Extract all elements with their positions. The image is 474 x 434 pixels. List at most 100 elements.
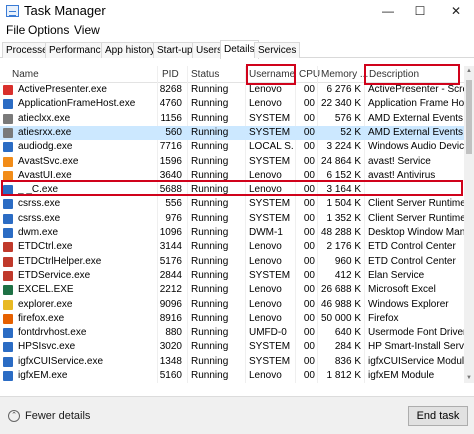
tab-details[interactable]: Details	[220, 40, 259, 59]
menu-file[interactable]: File	[6, 23, 25, 37]
highlight-process-row	[1, 180, 463, 196]
process-description: ETD Control Center	[368, 255, 456, 267]
process-username: Lenovo	[249, 241, 282, 253]
process-cpu: 00	[303, 241, 315, 253]
footer-bar: ⌃ Fewer details End task	[0, 396, 474, 434]
process-status: Running	[191, 126, 229, 138]
process-icon	[3, 113, 13, 124]
table-row[interactable]: atieclxx.exe 1156 Running SYSTEM 00 576 K AMD …	[0, 112, 464, 126]
process-description: Elan Service	[368, 269, 425, 281]
process-description: Usermode Font Driver H	[368, 327, 464, 339]
scroll-up-icon[interactable]: ▲	[464, 66, 474, 76]
process-pid: 560	[165, 126, 182, 138]
tab-app-history[interactable]: App history	[101, 42, 160, 58]
process-icon	[3, 270, 13, 281]
process-pid: 880	[165, 327, 182, 339]
table-row[interactable]: ActivePresenter.exe 8268 Running Lenovo 00 6 …	[0, 83, 464, 97]
table-row[interactable]: ETDService.exe 2844 Running SYSTEM 00 412 K El…	[0, 269, 464, 283]
column-pid[interactable]: PID	[162, 69, 179, 80]
process-memory: 22 340 K	[320, 98, 361, 110]
table-row[interactable]: csrss.exe 976 Running SYSTEM 00 1 352 K Client…	[0, 212, 464, 226]
process-icon	[3, 242, 13, 253]
process-memory: 24 864 K	[320, 155, 361, 167]
chevron-up-icon[interactable]: ⌃	[8, 410, 20, 422]
process-username: Lenovo	[249, 312, 282, 324]
table-row[interactable]: igfxEM.exe 5160 Running Lenovo 00 1 812 K igfx…	[0, 369, 464, 383]
fewer-details-link[interactable]: Fewer details	[25, 410, 90, 422]
table-row[interactable]: explorer.exe 9096 Running Lenovo 00 46 988 K W…	[0, 298, 464, 312]
task-manager-icon	[6, 5, 19, 17]
process-description: Microsoft Excel	[368, 284, 436, 296]
end-task-button[interactable]: End task	[408, 406, 468, 426]
process-pid: 9096	[159, 298, 182, 310]
process-memory: 960 K	[334, 255, 361, 267]
process-status: Running	[191, 198, 229, 210]
process-memory: 284 K	[334, 341, 361, 353]
process-status: Running	[191, 269, 229, 281]
process-status: Running	[191, 355, 229, 367]
minimize-button[interactable]: —	[376, 2, 400, 20]
process-username: Lenovo	[249, 370, 282, 381]
process-username: SYSTEM	[249, 126, 291, 138]
maximize-button[interactable]: ☐	[408, 2, 432, 20]
table-row[interactable]: AvastSvc.exe 1596 Running SYSTEM 00 24 864 K a…	[0, 155, 464, 169]
process-description: Desktop Window Manag	[368, 227, 464, 238]
process-memory: 3 224 K	[326, 141, 361, 153]
table-row[interactable]: ETDCtrlHelper.exe 5176 Running Lenovo 00 960 …	[0, 255, 464, 269]
process-name: HPSIsvc.exe	[18, 341, 76, 353]
process-pid: 2844	[159, 269, 182, 281]
process-memory: 2 176 K	[326, 241, 361, 253]
process-icon	[3, 228, 13, 238]
close-button[interactable]: ✕	[444, 2, 468, 20]
highlight-description-column	[364, 64, 460, 85]
table-row[interactable]: fontdrvhost.exe 880 Running UMFD-0 00 640 K Us…	[0, 326, 464, 340]
menu-view[interactable]: View	[74, 23, 100, 37]
tab-services[interactable]: Services	[254, 42, 301, 58]
process-description: AMD External Events Clie	[368, 112, 464, 124]
process-name: ApplicationFrameHost.exe	[18, 98, 136, 110]
process-pid: 7716	[159, 141, 182, 153]
column-memory[interactable]: Memory ...	[321, 69, 368, 80]
process-cpu: 00	[303, 269, 315, 281]
process-icon	[3, 299, 13, 310]
process-username: SYSTEM	[249, 355, 291, 367]
process-memory: 576 K	[334, 112, 361, 124]
process-memory: 836 K	[334, 355, 361, 367]
table-row[interactable]: igfxCUIService.exe 1348 Running SYSTEM 00 836…	[0, 355, 464, 369]
scroll-down-icon[interactable]: ▼	[464, 373, 474, 383]
vertical-scrollbar[interactable]: ▲ ▼	[464, 66, 474, 383]
process-icon	[3, 127, 13, 138]
table-row[interactable]: EXCEL.EXE 2212 Running Lenovo 00 26 688 K Micr…	[0, 283, 464, 297]
table-row[interactable]: atiesrxx.exe 560 Running SYSTEM 00 52 K AMD Ex…	[0, 125, 464, 141]
process-status: Running	[191, 255, 229, 267]
process-status: Running	[191, 312, 229, 324]
tab-start-up[interactable]: Start-up	[153, 42, 197, 58]
column-name[interactable]: Name	[12, 69, 39, 80]
table-row[interactable]: HPSIsvc.exe 3020 Running SYSTEM 00 284 K HP Sm…	[0, 340, 464, 354]
process-name: firefox.exe	[18, 312, 65, 324]
process-cpu: 00	[303, 341, 315, 353]
process-description: ActivePresenter - Screen	[368, 84, 464, 95]
table-row[interactable]: dwm.exe 1096 Running DWM-1 00 48 288 K Desktop…	[0, 226, 464, 240]
table-row[interactable]: audiodg.exe 7716 Running LOCAL S... 00 3 224 …	[0, 140, 464, 154]
process-memory: 6 276 K	[326, 84, 361, 95]
process-cpu: 00	[303, 298, 315, 310]
process-cpu: 00	[303, 255, 315, 267]
process-description: AMD External Events Ser	[368, 126, 464, 138]
process-username: LOCAL S...	[249, 141, 294, 153]
process-icon	[3, 328, 13, 339]
process-description: Windows Audio Device G	[368, 141, 464, 153]
process-cpu: 00	[303, 141, 315, 153]
table-row[interactable]: csrss.exe 556 Running SYSTEM 00 1 504 K Client…	[0, 197, 464, 211]
process-cpu: 00	[303, 155, 315, 167]
process-pid: 976	[165, 212, 182, 224]
process-memory: 26 688 K	[320, 284, 361, 296]
column-status[interactable]: Status	[191, 69, 219, 80]
menu-options[interactable]: Options	[28, 23, 69, 37]
table-row[interactable]: ApplicationFrameHost.exe 4760 Running Lenov…	[0, 97, 464, 111]
table-row[interactable]: firefox.exe 8916 Running Lenovo 00 50 000 K Fi…	[0, 312, 464, 326]
process-pid: 4760	[159, 98, 182, 110]
table-row[interactable]: ETDCtrl.exe 3144 Running Lenovo 00 2 176 K ETD…	[0, 240, 464, 254]
scroll-thumb[interactable]	[466, 80, 472, 154]
process-icon	[3, 256, 13, 267]
